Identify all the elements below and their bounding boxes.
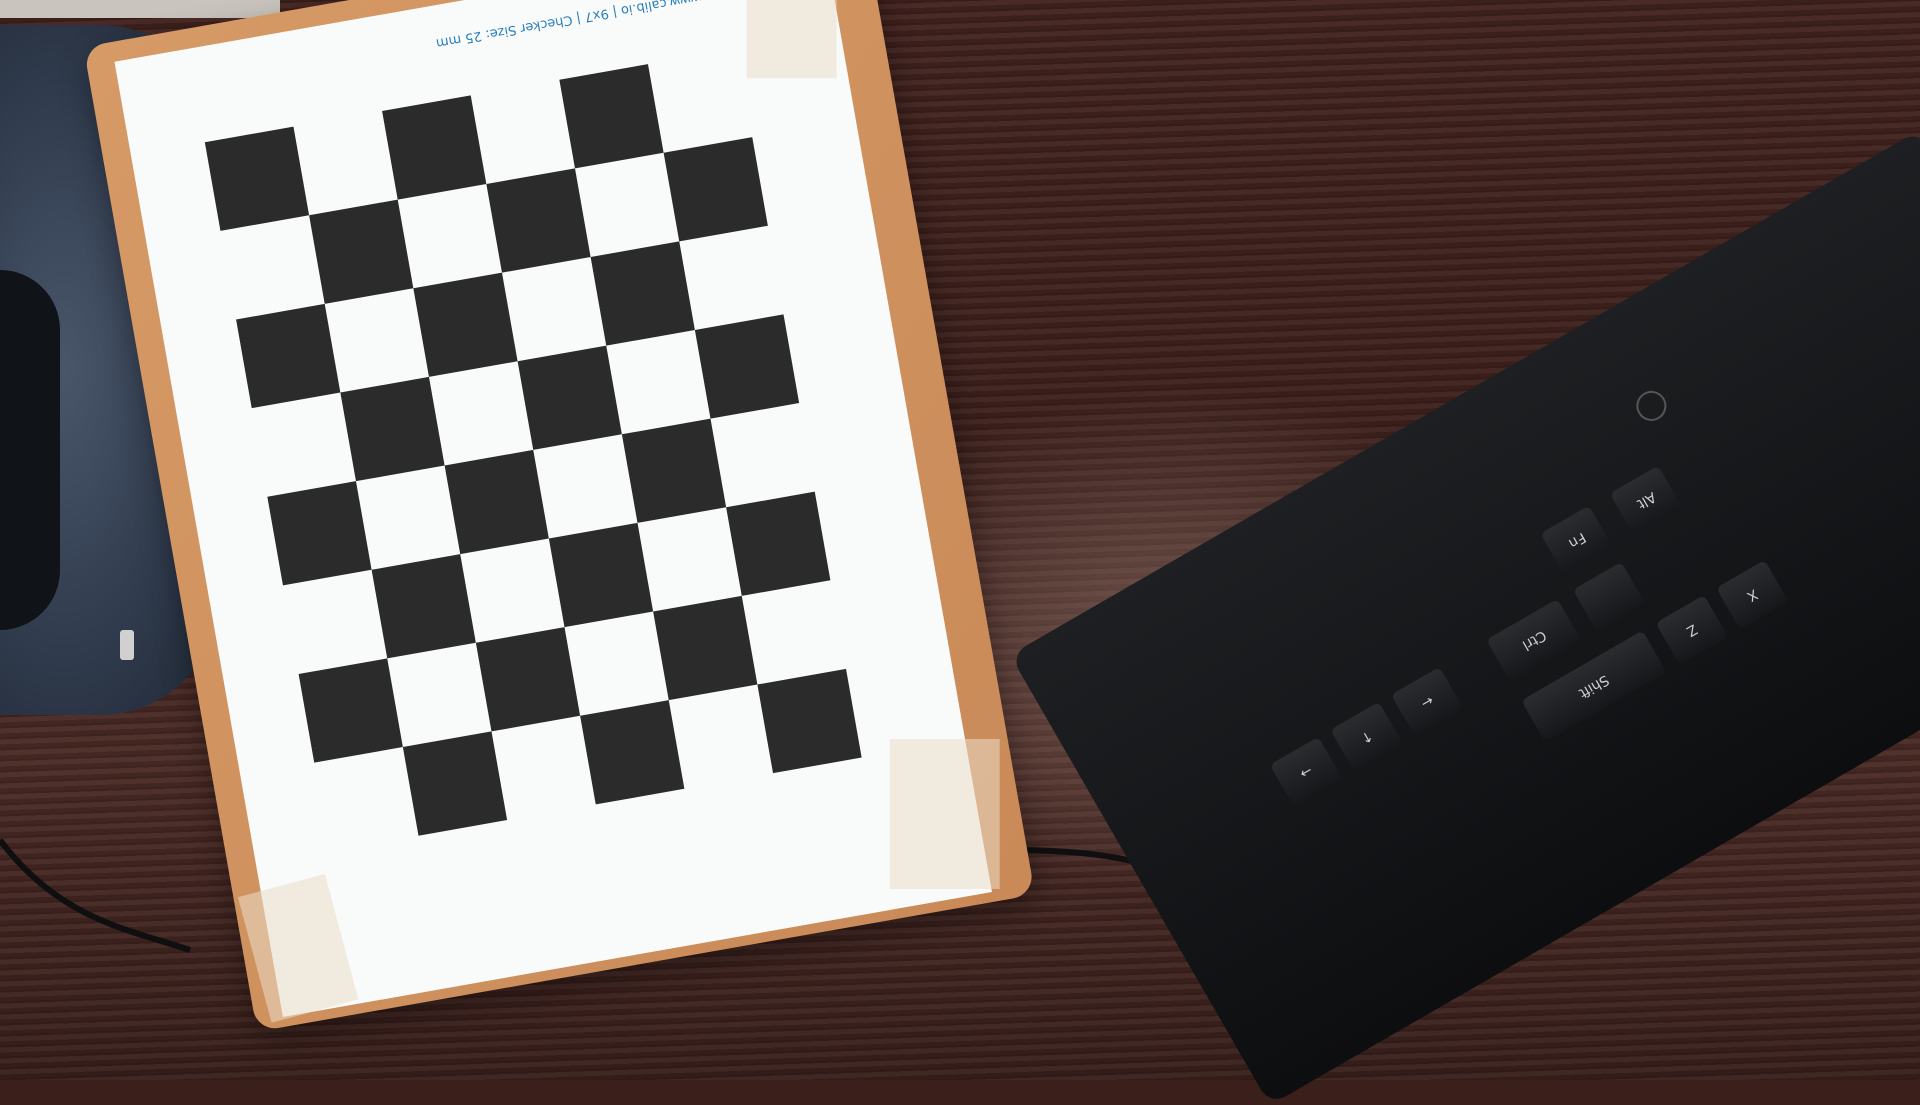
checker-square-light [669,685,773,789]
checker-square-light [502,257,606,361]
checker-square-dark [236,303,341,409]
checker-square-dark [517,345,622,450]
tape-top-right [746,0,837,79]
checker-square-dark [382,95,487,200]
checker-square-dark [757,668,862,774]
checkerboard-grid [204,48,862,851]
checker-square-light [564,612,668,716]
key-x: X [1716,559,1789,630]
checker-square-light [710,403,814,507]
calibration-clipboard: www.calib.io | 9x7 | Checker Size: 25 mm [83,0,1116,1040]
checker-square-dark [267,481,372,586]
checker-square-dark [663,137,768,242]
checker-square-dark [475,627,581,732]
checker-square-light [356,466,460,570]
key-windows [1572,561,1646,632]
checker-square-light [252,393,356,497]
checker-square-dark [590,241,695,346]
checker-square-dark [309,199,414,304]
checker-square-dark [621,418,727,523]
checker-square-light [491,716,595,820]
checker-square-light [293,111,397,215]
checker-square-light [575,153,679,257]
tape-bottom-right [889,738,1000,889]
checker-square-light [679,226,783,330]
checker-square-dark [402,731,508,836]
checker-square-dark [653,595,758,701]
photo-scene: www.calib.io | 9x7 | Checker Size: 25 mm… [0,0,1920,1105]
checker-square-dark [340,376,445,482]
checker-square-dark [548,522,654,628]
checker-square-light [220,215,324,319]
key-z: Z [1655,594,1728,665]
checker-square-dark [580,700,685,805]
checker-square-light [637,507,741,611]
hp-logo-icon [1630,385,1672,427]
checker-square-dark [726,491,831,596]
checker-square-light [460,539,564,643]
paper-caption: www.calib.io | 9x7 | Checker Size: 25 mm [434,0,703,51]
checker-square-dark [413,272,518,377]
key-alt: Alt [1609,465,1683,536]
checker-square-light [606,330,710,434]
key-arrow-right: → [1269,736,1343,807]
checker-square-light [387,643,491,747]
checker-square-light [429,361,533,465]
checker-square-dark [371,554,476,659]
checker-square-light [325,288,429,392]
checker-square-light [471,80,575,184]
checker-square-light [533,434,637,538]
checker-square-light [398,184,502,288]
checker-square-dark [298,658,403,763]
checker-square-dark [486,168,591,273]
checker-square-light [314,747,418,851]
key-arrow-left: ← [1390,666,1464,737]
key-arrow-up: ↑ [1330,701,1403,772]
key-fn: Fn [1540,505,1613,576]
checker-square-dark [559,64,664,169]
checker-square-dark [204,126,310,231]
checker-square-light [742,580,846,684]
key-ctrl: Ctrl [1486,598,1582,682]
checker-square-light [648,48,752,152]
left-cable [0,838,191,953]
checker-square-dark [694,314,800,419]
checker-square-light [283,570,387,674]
checker-square-dark [444,449,549,555]
